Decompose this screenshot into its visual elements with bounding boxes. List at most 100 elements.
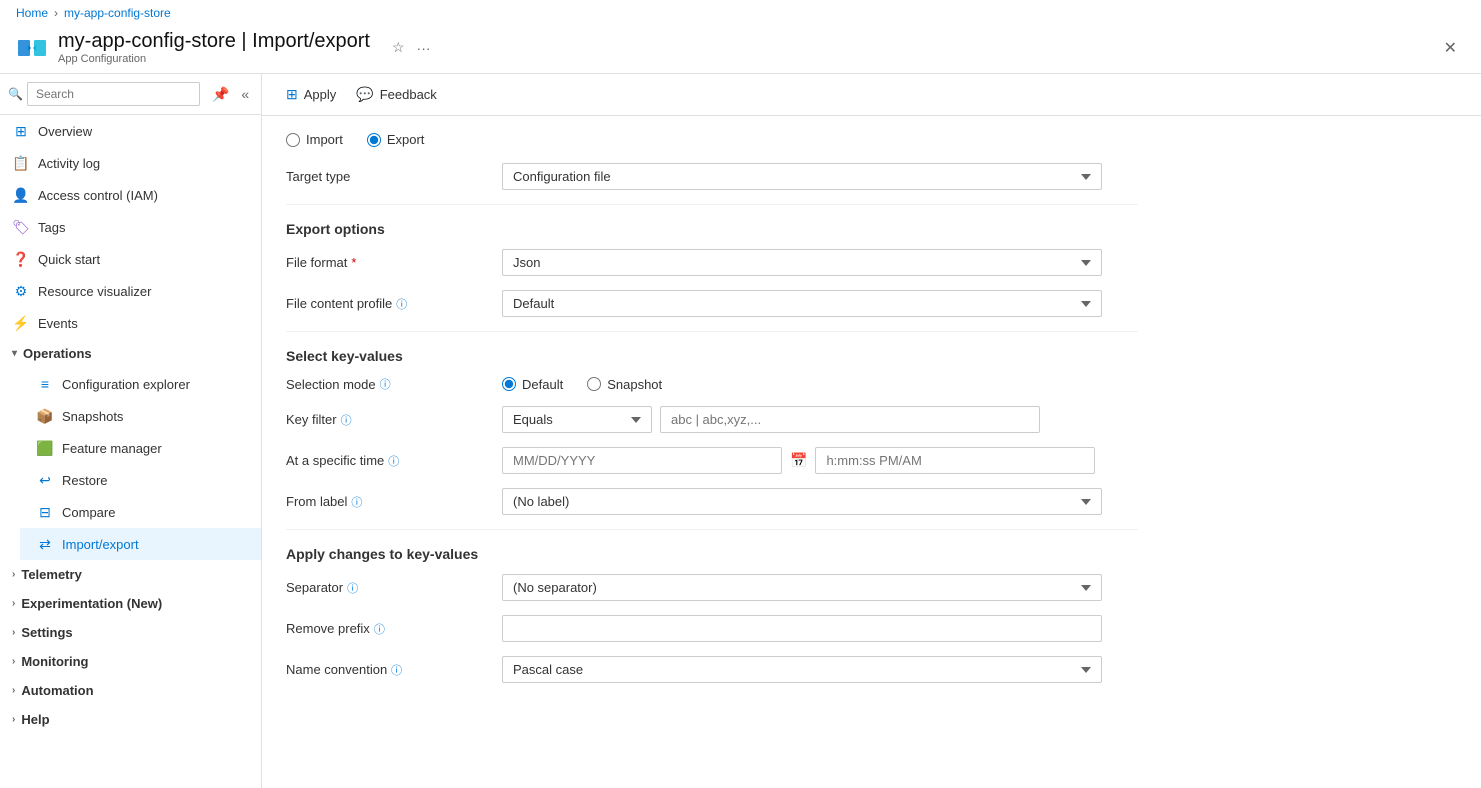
sidebar-item-import-export[interactable]: ⇄ Import/export	[20, 528, 261, 560]
file-content-profile-select[interactable]: Default KVSet	[502, 290, 1102, 317]
sidebar-section-help[interactable]: › Help	[0, 705, 261, 734]
sidebar-section-telemetry-label: Telemetry	[21, 567, 81, 582]
from-label-select[interactable]: (No label)	[502, 488, 1102, 515]
sidebar-section-settings-label: Settings	[21, 625, 72, 640]
from-label-control: (No label)	[502, 488, 1138, 515]
sidebar-item-tags[interactable]: 🏷 Tags	[0, 211, 261, 243]
sidebar-item-compare[interactable]: ⊟ Compare	[20, 496, 261, 528]
breadcrumb-resource[interactable]: my-app-config-store	[64, 6, 171, 20]
remove-prefix-control	[502, 615, 1138, 642]
content-area: ⊞ Apply 💬 Feedback Import Export	[262, 74, 1481, 788]
import-radio-label: Import	[306, 132, 343, 147]
sidebar-section-automation[interactable]: › Automation	[0, 676, 261, 705]
name-convention-label: Name convention ⓘ	[286, 662, 486, 678]
sidebar-item-snapshots[interactable]: 📦 Snapshots	[20, 400, 261, 432]
apply-label: Apply	[304, 87, 337, 102]
date-group: 📅	[502, 447, 1138, 474]
page-subtitle: App Configuration	[58, 53, 370, 65]
date-input[interactable]	[502, 447, 782, 474]
divider-3	[286, 529, 1138, 530]
import-radio[interactable]	[286, 133, 300, 147]
sidebar-section-operations[interactable]: ▾ Operations	[0, 339, 261, 368]
sidebar-label-configuration-explorer: Configuration explorer	[62, 377, 190, 392]
remove-prefix-info-icon: ⓘ	[374, 621, 385, 637]
key-filter-value-input[interactable]	[660, 406, 1040, 433]
quickstart-icon: ❓	[12, 250, 30, 268]
name-convention-info-icon: ⓘ	[391, 662, 402, 678]
experimentation-chevron: ›	[12, 598, 15, 609]
sidebar-item-activity-log[interactable]: 📋 Activity log	[0, 147, 261, 179]
separator-select[interactable]: (No separator) . /	[502, 574, 1102, 601]
sidebar-item-feature-manager[interactable]: 🟩 Feature manager	[20, 432, 261, 464]
pin-button[interactable]: 📌	[208, 84, 233, 105]
sidebar-item-overview[interactable]: ⊞ Overview	[0, 115, 261, 147]
toolbar: ⊞ Apply 💬 Feedback	[262, 74, 1481, 116]
sidebar-section-settings[interactable]: › Settings	[0, 618, 261, 647]
feedback-button[interactable]: 💬 Feedback	[348, 82, 445, 107]
sidebar-section-monitoring-label: Monitoring	[21, 654, 88, 669]
time-input[interactable]	[815, 447, 1095, 474]
target-type-select[interactable]: Configuration file App Service Azure Kub…	[502, 163, 1102, 190]
file-content-profile-control: Default KVSet	[502, 290, 1138, 317]
selection-default-radio[interactable]	[502, 377, 516, 391]
sidebar-section-help-label: Help	[21, 712, 49, 727]
sidebar-item-restore[interactable]: ↩ Restore	[20, 464, 261, 496]
feedback-label: Feedback	[380, 87, 437, 102]
key-filter-operator-select[interactable]: Equals Starts with	[502, 406, 652, 433]
export-radio-option[interactable]: Export	[367, 132, 425, 147]
search-input[interactable]	[27, 82, 200, 106]
sidebar-label-quick-start: Quick start	[38, 252, 100, 267]
mode-radio-group: Import Export	[286, 132, 1138, 147]
close-button[interactable]: ✕	[1436, 34, 1465, 62]
star-icon[interactable]: ☆	[388, 37, 409, 58]
key-filter-label: Key filter ⓘ	[286, 412, 486, 428]
sidebar-section-telemetry[interactable]: › Telemetry	[0, 560, 261, 589]
file-format-control: Json Yaml Properties	[502, 249, 1138, 276]
feedback-icon: 💬	[356, 86, 373, 103]
at-specific-time-row: At a specific time ⓘ 📅	[286, 447, 1138, 474]
sidebar-item-access-control[interactable]: 👤 Access control (IAM)	[0, 179, 261, 211]
sidebar-search-bar: 🔍 📌 «	[0, 74, 261, 115]
sidebar-section-monitoring[interactable]: › Monitoring	[0, 647, 261, 676]
export-radio[interactable]	[367, 133, 381, 147]
file-content-profile-row: File content profile ⓘ Default KVSet	[286, 290, 1138, 317]
sidebar-section-experimentation[interactable]: › Experimentation (New)	[0, 589, 261, 618]
sidebar-label-feature-manager: Feature manager	[62, 441, 162, 456]
remove-prefix-row: Remove prefix ⓘ	[286, 615, 1138, 642]
selection-snapshot-option[interactable]: Snapshot	[587, 377, 662, 392]
sidebar-item-quick-start[interactable]: ❓ Quick start	[0, 243, 261, 275]
collapse-button[interactable]: «	[237, 84, 253, 105]
operations-chevron: ▾	[12, 348, 17, 359]
more-icon[interactable]: ···	[413, 38, 435, 58]
separator-label: Separator ⓘ	[286, 580, 486, 596]
file-format-select[interactable]: Json Yaml Properties	[502, 249, 1102, 276]
selection-default-option[interactable]: Default	[502, 377, 563, 392]
sidebar-label-overview: Overview	[38, 124, 92, 139]
sidebar-label-resource-visualizer: Resource visualizer	[38, 284, 151, 299]
export-radio-label: Export	[387, 132, 425, 147]
from-label-label: From label ⓘ	[286, 494, 486, 510]
selection-default-label: Default	[522, 377, 563, 392]
remove-prefix-input[interactable]	[502, 615, 1102, 642]
sidebar-item-configuration-explorer[interactable]: ≡ Configuration explorer	[20, 368, 261, 400]
sidebar: 🔍 📌 « ⊞ Overview 📋 Activity log 👤 Access…	[0, 74, 262, 788]
divider-1	[286, 204, 1138, 205]
breadcrumb-home[interactable]: Home	[16, 6, 48, 20]
divider-2	[286, 331, 1138, 332]
apply-button[interactable]: ⊞ Apply	[278, 82, 344, 107]
apply-changes-title: Apply changes to key-values	[286, 546, 1138, 562]
name-convention-select[interactable]: Pascal case Camel case Upper case Lower …	[502, 656, 1102, 683]
app-logo	[16, 32, 48, 64]
sidebar-item-resource-visualizer[interactable]: ⚙ Resource visualizer	[0, 275, 261, 307]
from-label-row: From label ⓘ (No label)	[286, 488, 1138, 515]
sidebar-label-restore: Restore	[62, 473, 108, 488]
import-radio-option[interactable]: Import	[286, 132, 343, 147]
target-type-label: Target type	[286, 169, 486, 184]
from-label-info-icon: ⓘ	[351, 494, 362, 510]
automation-chevron: ›	[12, 685, 15, 696]
file-format-required: *	[351, 255, 356, 270]
sidebar-item-events[interactable]: ⚡ Events	[0, 307, 261, 339]
selection-snapshot-radio[interactable]	[587, 377, 601, 391]
sidebar-label-snapshots: Snapshots	[62, 409, 123, 424]
calendar-icon[interactable]: 📅	[790, 452, 807, 469]
